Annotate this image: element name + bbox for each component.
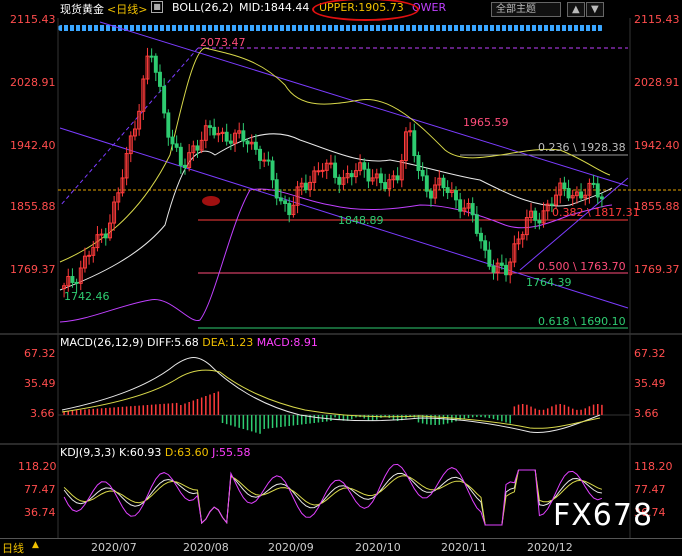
annotation-sep-low: 1848.89 <box>338 214 384 227</box>
candle-body <box>258 148 262 161</box>
kdj-d-line <box>63 469 603 526</box>
macd-diff-line <box>61 357 601 434</box>
candle-body <box>591 182 596 185</box>
rise-dashed-line <box>59 47 199 207</box>
candle-body <box>562 182 567 190</box>
candle-body <box>337 176 342 185</box>
corner-arrow-icon[interactable]: ▲ <box>32 540 39 550</box>
annotation-nov-low: 1764.39 <box>526 276 572 289</box>
candle-body <box>483 240 488 251</box>
candle-body <box>458 199 463 212</box>
candle-body <box>416 155 421 172</box>
candle-body <box>253 141 258 150</box>
plot-area: 2073.47 1965.59 1848.89 1742.46 1764.39 … <box>0 18 682 538</box>
fib-0618-label: 0.618 \ 1690.10 <box>538 315 626 328</box>
candle-body <box>316 170 321 173</box>
macd-histogram <box>63 391 603 434</box>
candle-body <box>487 249 492 267</box>
candle-body <box>241 130 246 142</box>
candle-body <box>158 71 162 87</box>
candle-body <box>499 262 504 266</box>
candle-body <box>320 169 325 172</box>
candle-body <box>99 233 104 236</box>
candle-body <box>195 145 200 151</box>
candle-body <box>74 281 79 284</box>
watermark-logo: FX678 <box>553 498 654 533</box>
boll-lower-band <box>59 188 613 323</box>
candle-body <box>166 112 171 138</box>
candle-body <box>274 179 279 199</box>
candle-body <box>70 276 75 283</box>
candle-body <box>245 140 250 145</box>
candle-body <box>445 187 450 193</box>
candle-body <box>328 162 333 165</box>
kdj-k-line <box>63 469 602 526</box>
candle-body <box>87 254 92 257</box>
annotation-jul-low: 1742.46 <box>64 290 110 303</box>
x-tick-4: 2020/10 <box>355 541 401 554</box>
x-tick-2: 2020/08 <box>183 541 229 554</box>
chart-window: 现货黄金 <日线> ■ BOLL(26,2) MID:1844.44 UPPER… <box>0 0 682 556</box>
period-corner: 日线 <box>2 542 24 555</box>
candle-body <box>412 130 417 157</box>
candle-body <box>303 182 308 191</box>
candle-body <box>178 146 183 166</box>
candle-body <box>533 210 538 221</box>
candle-body <box>424 175 429 192</box>
x-tick-1: 2020/07 <box>91 541 137 554</box>
candle-body <box>183 164 187 169</box>
candle-body <box>208 125 212 128</box>
candle-body <box>149 55 154 58</box>
candle-body <box>224 131 229 142</box>
candle-body <box>362 162 367 170</box>
candle-body <box>212 126 217 136</box>
fib-0236-label: 0.236 \ 1928.38 <box>538 141 626 154</box>
candle-body <box>491 265 496 273</box>
x-tick-3: 2020/09 <box>268 541 314 554</box>
candle-body <box>549 203 554 206</box>
x-tick-5: 2020/11 <box>441 541 487 554</box>
candle-body <box>378 173 383 184</box>
fib-0500-label: 0.500 \ 1763.70 <box>538 260 626 273</box>
candles-group <box>62 47 604 298</box>
candle-body <box>441 177 446 189</box>
candle-body <box>395 175 400 181</box>
candle-body <box>162 85 167 114</box>
x-tick-6: 2020/12 <box>527 541 573 554</box>
uptrend-line <box>519 177 629 271</box>
candle-body <box>366 168 371 182</box>
candle-body <box>595 183 600 198</box>
candle-body <box>504 264 508 276</box>
candle-body <box>479 232 483 242</box>
candle-body <box>228 140 233 144</box>
candle-body <box>470 203 475 216</box>
candle-body <box>454 190 458 201</box>
candle-body <box>287 202 292 216</box>
candle-body <box>174 143 179 148</box>
candle-body <box>566 188 571 199</box>
candle-body <box>270 160 275 181</box>
candle-body <box>278 197 283 202</box>
candle-body <box>170 136 175 145</box>
candle-body <box>599 196 604 200</box>
candle-body <box>349 173 354 178</box>
annotation-nov-high: 1965.59 <box>463 116 509 129</box>
candle-body <box>283 200 288 204</box>
event-marker <box>202 196 220 206</box>
candle-body <box>429 190 433 199</box>
candle-body <box>333 162 338 178</box>
candle-body <box>153 55 158 73</box>
fib-0382-label: 0.382 \ 1817.31 <box>552 206 640 219</box>
candle-body <box>266 159 271 162</box>
candle-body <box>420 170 425 177</box>
annotation-high: 2073.47 <box>200 36 246 49</box>
candle-body <box>383 182 388 190</box>
candle-body <box>262 159 267 162</box>
candle-body <box>474 214 479 234</box>
candle-body <box>103 233 108 239</box>
candle-body <box>579 191 584 199</box>
candle-body <box>537 219 542 224</box>
